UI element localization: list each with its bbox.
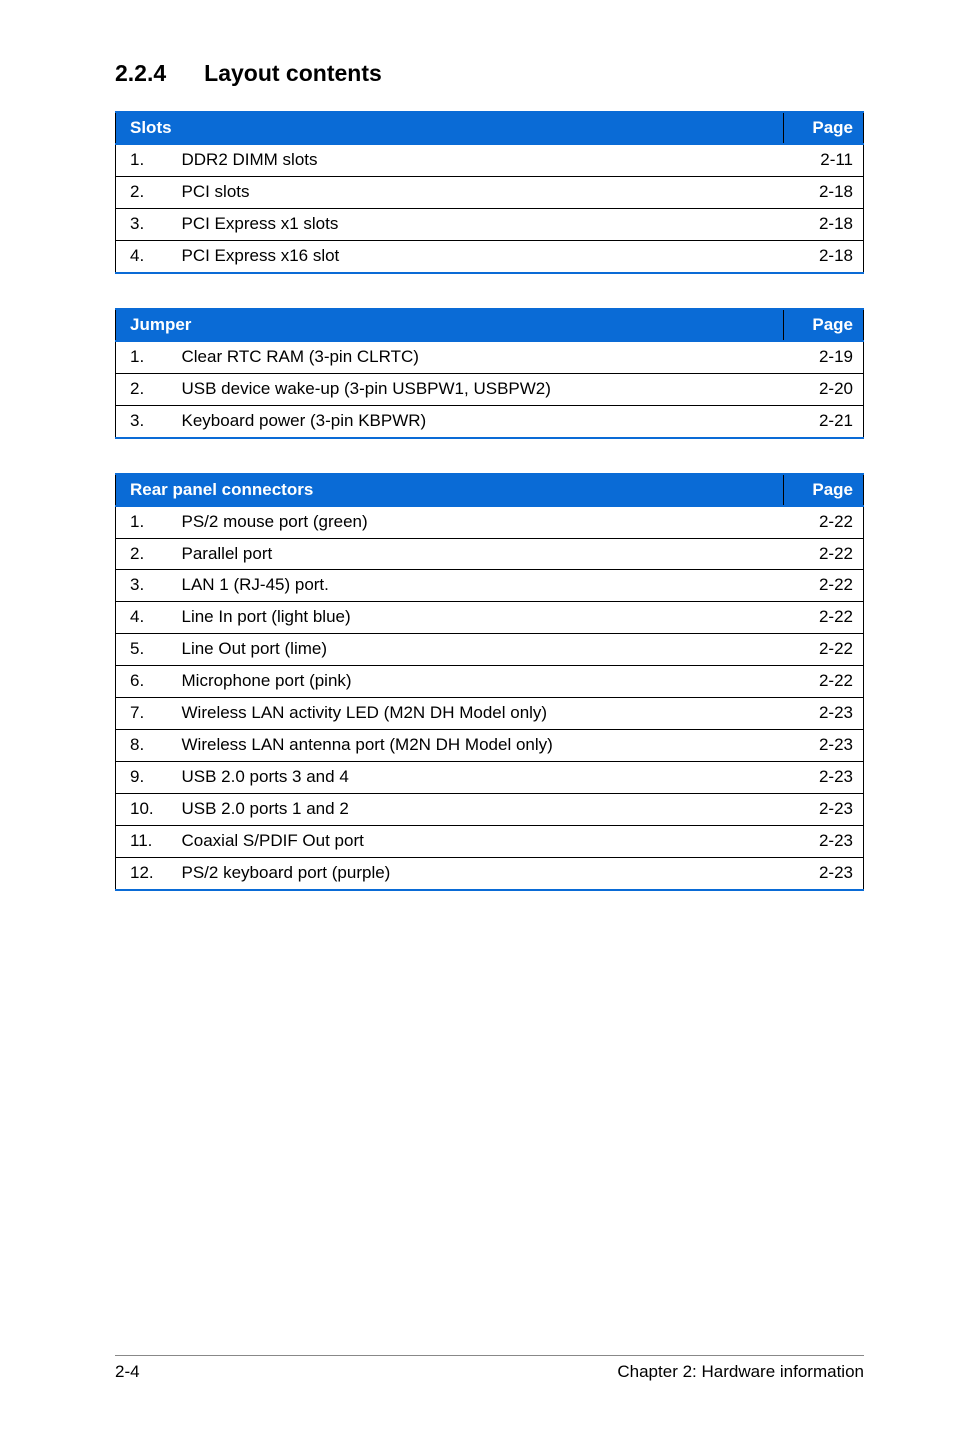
table-row: 2.PCI slots2-18 [116, 176, 864, 208]
section-title: Layout contents [204, 60, 382, 86]
table-header-left: Slots [116, 112, 784, 144]
table-row: 5.Line Out port (lime)2-22 [116, 634, 864, 666]
row-page: 2-18 [784, 240, 864, 272]
row-page: 2-18 [784, 176, 864, 208]
row-index: 1. [116, 144, 172, 176]
row-description: Keyboard power (3-pin KBPWR) [172, 405, 784, 437]
table-header-right: Page [784, 309, 864, 341]
table-row: 2.USB device wake-up (3-pin USBPW1, USBP… [116, 373, 864, 405]
section-heading: 2.2.4 Layout contents [115, 60, 864, 87]
row-description: Line Out port (lime) [172, 634, 784, 666]
table-header-right: Page [784, 474, 864, 506]
row-index: 2. [116, 538, 172, 570]
row-description: PS/2 keyboard port (purple) [172, 857, 784, 889]
row-page: 2-23 [784, 857, 864, 889]
table-row: 1.Clear RTC RAM (3-pin CLRTC)2-19 [116, 341, 864, 373]
row-description: PCI Express x1 slots [172, 208, 784, 240]
row-page: 2-22 [784, 570, 864, 602]
table-row: 12.PS/2 keyboard port (purple)2-23 [116, 857, 864, 889]
row-index: 6. [116, 666, 172, 698]
row-index: 2. [116, 373, 172, 405]
row-description: Parallel port [172, 538, 784, 570]
table-row: 3.PCI Express x1 slots2-18 [116, 208, 864, 240]
table-row: 7.Wireless LAN activity LED (M2N DH Mode… [116, 698, 864, 730]
table-row: 3.Keyboard power (3-pin KBPWR)2-21 [116, 405, 864, 437]
table-row: 1.PS/2 mouse port (green)2-22 [116, 506, 864, 538]
table-row: 4.PCI Express x16 slot2-18 [116, 240, 864, 272]
row-index: 3. [116, 570, 172, 602]
row-page: 2-21 [784, 405, 864, 437]
row-description: USB 2.0 ports 1 and 2 [172, 794, 784, 826]
row-description: DDR2 DIMM slots [172, 144, 784, 176]
section-number: 2.2.4 [115, 60, 166, 87]
row-description: Microphone port (pink) [172, 666, 784, 698]
content-table: JumperPage1.Clear RTC RAM (3-pin CLRTC)2… [115, 308, 864, 439]
page-footer: 2-4 Chapter 2: Hardware information [115, 1355, 864, 1382]
row-description: Coaxial S/PDIF Out port [172, 825, 784, 857]
row-index: 9. [116, 762, 172, 794]
row-index: 4. [116, 602, 172, 634]
table-row: 1.DDR2 DIMM slots2-11 [116, 144, 864, 176]
row-description: LAN 1 (RJ-45) port. [172, 570, 784, 602]
content-table: SlotsPage1.DDR2 DIMM slots2-112.PCI slot… [115, 111, 864, 274]
row-page: 2-19 [784, 341, 864, 373]
row-index: 7. [116, 698, 172, 730]
row-index: 1. [116, 341, 172, 373]
footer-chapter: Chapter 2: Hardware information [617, 1362, 864, 1382]
row-page: 2-23 [784, 730, 864, 762]
row-index: 2. [116, 176, 172, 208]
row-description: PCI slots [172, 176, 784, 208]
row-description: Wireless LAN activity LED (M2N DH Model … [172, 698, 784, 730]
row-description: Line In port (light blue) [172, 602, 784, 634]
row-page: 2-20 [784, 373, 864, 405]
table-row: 9.USB 2.0 ports 3 and 42-23 [116, 762, 864, 794]
row-page: 2-22 [784, 634, 864, 666]
table-row: 6.Microphone port (pink)2-22 [116, 666, 864, 698]
row-page: 2-23 [784, 825, 864, 857]
row-page: 2-22 [784, 666, 864, 698]
row-description: USB 2.0 ports 3 and 4 [172, 762, 784, 794]
row-page: 2-23 [784, 698, 864, 730]
table-row: 11.Coaxial S/PDIF Out port2-23 [116, 825, 864, 857]
table-header-left: Rear panel connectors [116, 474, 784, 506]
row-index: 4. [116, 240, 172, 272]
row-description: PS/2 mouse port (green) [172, 506, 784, 538]
row-description: Clear RTC RAM (3-pin CLRTC) [172, 341, 784, 373]
row-page: 2-18 [784, 208, 864, 240]
row-description: PCI Express x16 slot [172, 240, 784, 272]
row-index: 10. [116, 794, 172, 826]
row-page: 2-22 [784, 506, 864, 538]
table-header-left: Jumper [116, 309, 784, 341]
row-index: 1. [116, 506, 172, 538]
row-page: 2-22 [784, 602, 864, 634]
table-row: 4.Line In port (light blue)2-22 [116, 602, 864, 634]
footer-page-number: 2-4 [115, 1362, 140, 1382]
row-page: 2-23 [784, 762, 864, 794]
row-page: 2-22 [784, 538, 864, 570]
table-row: 10.USB 2.0 ports 1 and 22-23 [116, 794, 864, 826]
row-page: 2-23 [784, 794, 864, 826]
row-description: USB device wake-up (3-pin USBPW1, USBPW2… [172, 373, 784, 405]
row-description: Wireless LAN antenna port (M2N DH Model … [172, 730, 784, 762]
row-index: 11. [116, 825, 172, 857]
row-index: 5. [116, 634, 172, 666]
row-index: 3. [116, 405, 172, 437]
table-header-right: Page [784, 112, 864, 144]
row-index: 3. [116, 208, 172, 240]
table-row: 2.Parallel port2-22 [116, 538, 864, 570]
table-row: 3.LAN 1 (RJ-45) port.2-22 [116, 570, 864, 602]
row-index: 12. [116, 857, 172, 889]
row-index: 8. [116, 730, 172, 762]
row-page: 2-11 [784, 144, 864, 176]
content-table: Rear panel connectorsPage1.PS/2 mouse po… [115, 473, 864, 891]
table-row: 8.Wireless LAN antenna port (M2N DH Mode… [116, 730, 864, 762]
